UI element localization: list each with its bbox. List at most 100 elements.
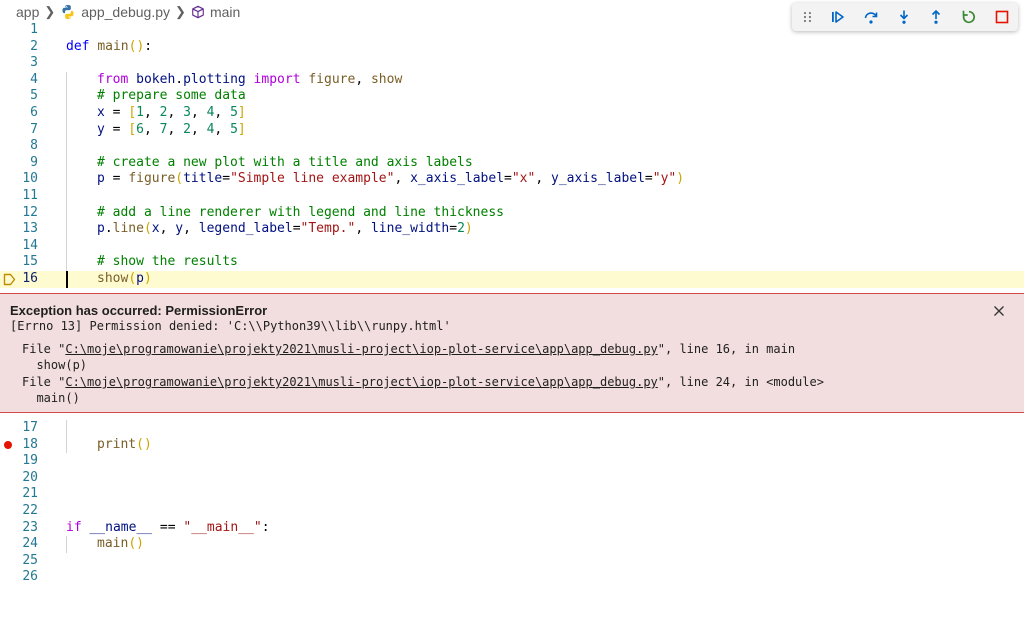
code-line[interactable]: 18 print() [0,436,1024,454]
chevron-right-icon: ❯ [44,4,56,19]
code-line[interactable]: 8 [0,138,1024,155]
line-number[interactable]: 10 [0,171,38,188]
indent-guide [66,254,67,271]
code-line[interactable]: 24 main() [0,536,1024,553]
code-line[interactable]: 9 # create a new plot with a title and ax… [0,154,1024,172]
traceback-file-link[interactable]: C:\moje\programowanie\projekty2021\musli… [65,342,657,356]
code-line[interactable]: 11 [0,187,1024,205]
line-number[interactable]: 9 [0,155,38,172]
line-number[interactable]: 17 [0,420,38,437]
code-line[interactable]: 25 [0,553,1024,570]
line-number[interactable]: 26 [0,569,38,586]
code-text[interactable]: # create a new plot with a title and axi… [97,155,473,172]
line-number[interactable]: 8 [0,138,38,155]
line-number[interactable]: 19 [0,453,38,470]
code-text[interactable]: p.line(x, y, legend_label="Temp.", line_… [97,221,473,238]
line-number[interactable]: 6 [0,105,38,122]
line-number[interactable]: 1 [0,22,38,39]
breadcrumb-symbol[interactable]: main [210,4,240,20]
code-token: 6 [136,121,144,137]
line-number[interactable]: 2 [0,39,38,56]
python-icon [62,5,74,19]
code-line[interactable]: 2 def main(): [0,39,1024,56]
line-number[interactable]: 12 [0,205,38,222]
code-token: () [128,536,144,552]
line-number[interactable]: 15 [0,254,38,271]
code-token: y_axis_label [551,171,645,187]
breakpoint-icon[interactable] [4,440,12,449]
code-text[interactable]: # add a line renderer with legend and li… [97,205,504,222]
code-text[interactable]: main() [97,536,144,553]
traceback-file-link[interactable]: C:\moje\programowanie\projekty2021\musli… [65,375,657,389]
line-number[interactable]: 25 [0,553,38,570]
code-line[interactable]: 22 [0,503,1024,520]
code-line[interactable]: 26 [0,569,1024,586]
code-line[interactable]: 6 x = [1, 2, 3, 4, 5] [0,104,1024,122]
code-token: = [292,221,301,237]
code-token: show [370,71,403,87]
code-text[interactable]: y = [6, 7, 2, 4, 5] [97,122,246,139]
code-token: plotting [183,71,246,87]
code-text[interactable]: if __name__ == "__main__": [66,520,270,537]
code-line[interactable]: 5 # prepare some data [0,88,1024,105]
code-line[interactable]: 13 p.line(x, y, legend_label="Temp.", lin… [0,221,1024,238]
traceback-suffix: ", line 24, in <module> [657,375,824,389]
code-line[interactable]: 10 p = figure(title="Simple line example"… [0,171,1024,188]
code-line[interactable]: 12 # add a line renderer with legend and … [0,204,1024,222]
code-line[interactable]: 3 [0,55,1024,72]
code-token: import [245,71,309,87]
code-line[interactable]: 14 [0,237,1024,255]
method-cube-icon [192,5,204,19]
code-token: , [190,104,207,120]
code-text[interactable]: # prepare some data [97,88,246,105]
line-number[interactable]: 20 [0,470,38,487]
line-number[interactable]: 23 [0,520,38,537]
code-token: # show the results [97,254,238,270]
code-token: , [355,71,371,87]
code-line[interactable]: 23 if __name__ == "__main__": [0,520,1024,537]
line-number[interactable]: 5 [0,88,38,105]
code-text[interactable]: p = figure(title="Simple line example", … [97,171,684,188]
code-line[interactable]: 1 [0,22,1024,39]
code-token: p [97,171,105,187]
line-number[interactable]: 22 [0,503,38,520]
code-text[interactable]: print() [97,437,152,454]
code-editor-top[interactable]: 1 2 def main(): 3 4 from bokeh.plotting impor… [0,22,1024,288]
line-number[interactable]: 11 [0,188,38,205]
code-line[interactable]: 16 show(p) [0,270,1024,288]
code-line[interactable]: 15 # show the results [0,254,1024,271]
line-number[interactable]: 4 [0,72,38,89]
code-token: : [261,519,270,535]
line-number[interactable]: 7 [0,122,38,139]
code-text[interactable]: def main(): [66,39,152,56]
code-editor-bottom[interactable]: 17 18 print() 19 20 21 22 23 if __name__ == "__m… [0,420,1024,586]
code-text[interactable]: # show the results [97,254,238,271]
code-token: p [97,221,105,237]
code-token: . [175,71,184,87]
code-text[interactable]: show(p) [97,271,152,288]
breadcrumb-file[interactable]: app_debug.py [81,4,170,20]
code-token: y [97,121,105,137]
line-number[interactable]: 14 [0,238,38,255]
line-number[interactable]: 13 [0,221,38,238]
code-line[interactable]: 20 [0,470,1024,487]
breadcrumb-folder[interactable]: app [16,4,39,20]
indent-guide [66,536,67,553]
code-token: "Simple line example" [230,171,395,187]
traceback-code-1: show(p) [22,358,88,372]
close-icon[interactable] [990,302,1008,320]
line-number[interactable]: 3 [0,55,38,72]
line-number[interactable]: 21 [0,486,38,503]
code-token: x [151,221,160,237]
code-token: () [136,436,152,452]
chevron-right-icon: ❯ [175,4,186,19]
code-line[interactable]: 4 from bokeh.plotting import figure, show [0,71,1024,89]
line-number[interactable]: 24 [0,536,38,553]
code-text[interactable]: x = [1, 2, 3, 4, 5] [97,105,246,122]
code-line[interactable]: 17 [0,420,1024,437]
code-line[interactable]: 19 [0,453,1024,470]
code-token: , [183,221,199,237]
code-line[interactable]: 7 y = [6, 7, 2, 4, 5] [0,121,1024,139]
code-text[interactable]: from bokeh.plotting import figure, show [97,72,402,89]
code-line[interactable]: 21 [0,486,1024,503]
